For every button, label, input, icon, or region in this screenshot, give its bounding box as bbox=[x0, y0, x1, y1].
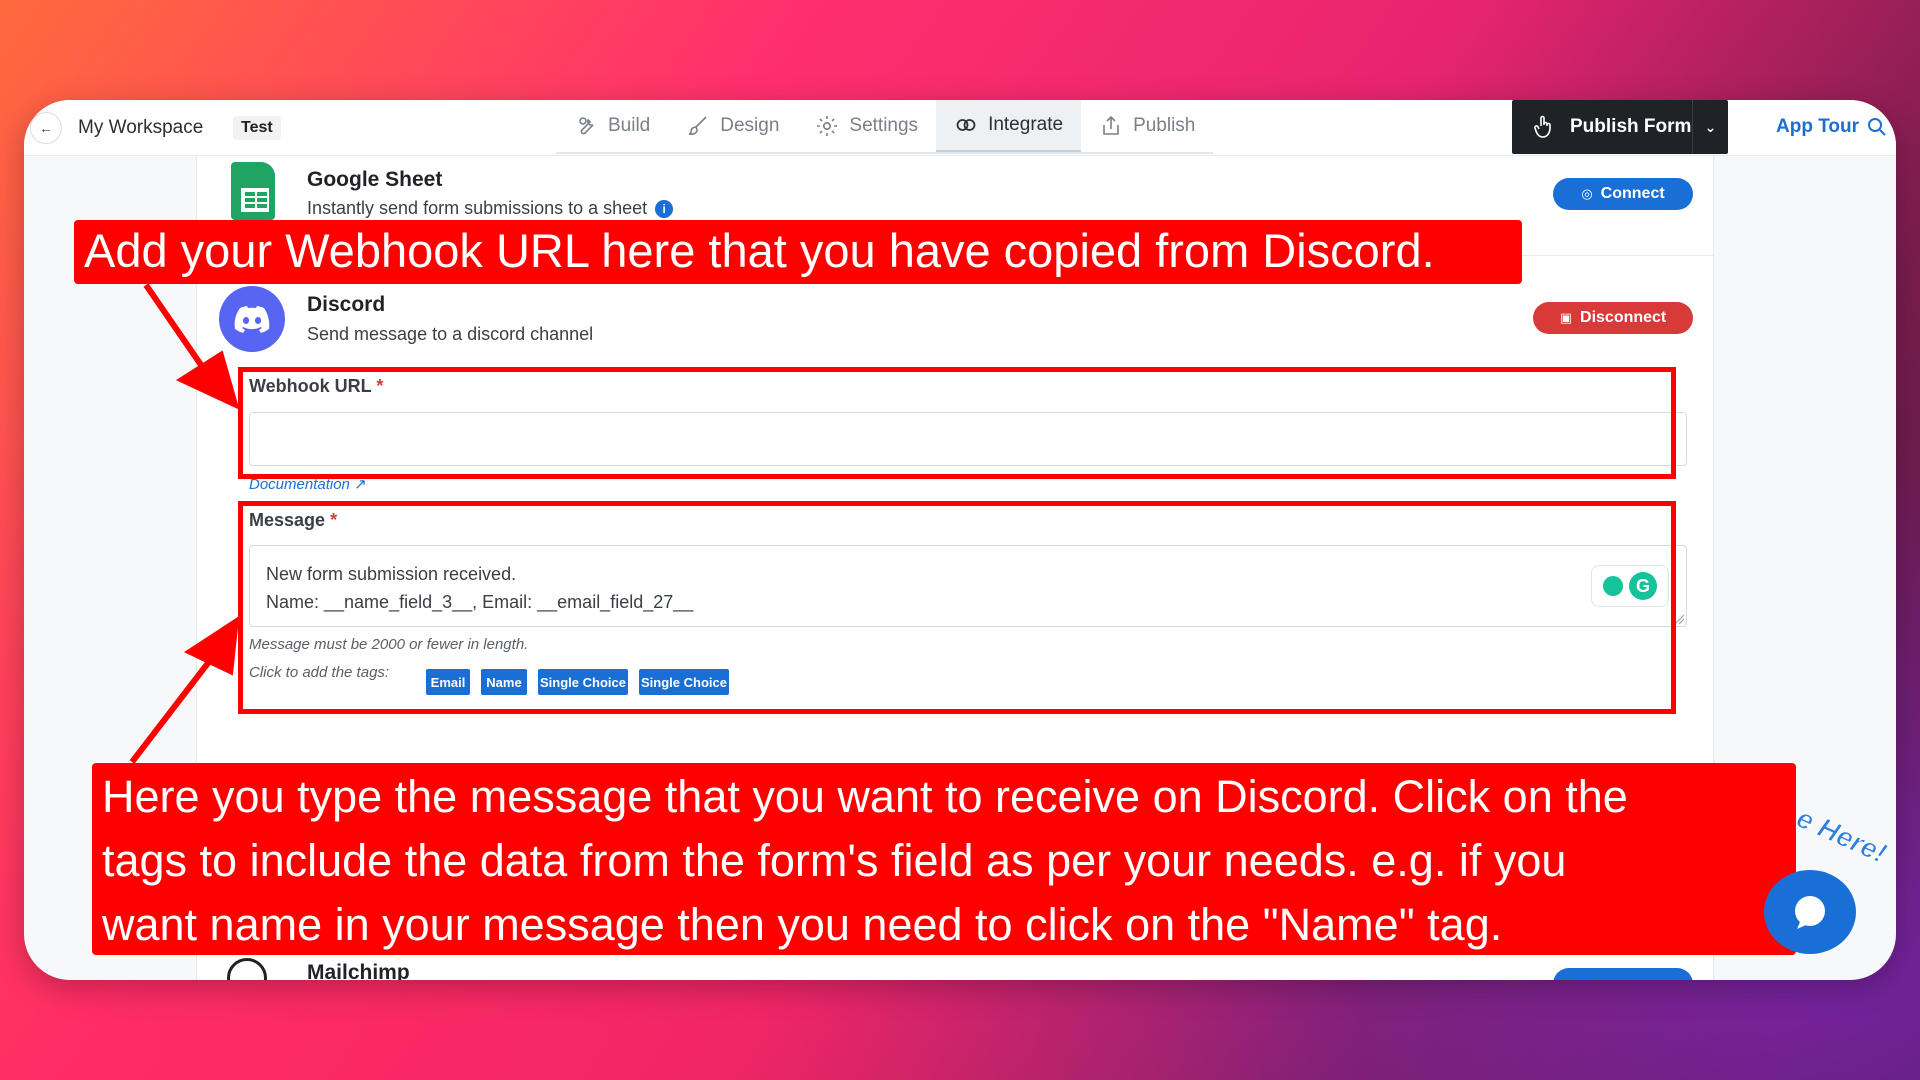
link-icon: ◎ bbox=[1581, 186, 1593, 201]
connect-label: Connect bbox=[1600, 185, 1665, 202]
mailchimp-icon bbox=[227, 958, 267, 980]
info-icon[interactable]: i bbox=[655, 200, 674, 219]
tab-build[interactable]: Build bbox=[556, 100, 668, 152]
google-sheet-title: Google Sheet bbox=[307, 168, 443, 191]
mailchimp-connect-button[interactable] bbox=[1553, 968, 1693, 980]
search-icon bbox=[1868, 118, 1886, 136]
wrench-icon bbox=[579, 117, 594, 135]
chat-icon bbox=[1795, 896, 1825, 929]
publish-dropdown-toggle[interactable]: ⌄ bbox=[1692, 100, 1728, 154]
discord-icon bbox=[219, 286, 285, 352]
tab-label: Design bbox=[720, 115, 780, 136]
mailchimp-title: Mailchimp bbox=[307, 961, 410, 980]
google-sheet-description: Instantly send form submissions to a she… bbox=[307, 198, 674, 219]
message-highlight-box bbox=[238, 501, 1676, 714]
google-sheet-description-text: Instantly send form submissions to a she… bbox=[307, 198, 648, 218]
chevron-down-icon: ⌄ bbox=[1704, 118, 1717, 135]
tab-label: Integrate bbox=[988, 114, 1064, 135]
tab-label: Publish bbox=[1133, 115, 1196, 136]
workspace-name[interactable]: My Workspace bbox=[78, 117, 203, 139]
brush-icon bbox=[689, 116, 707, 136]
discord-disconnect-button[interactable]: ▣ Disconnect bbox=[1533, 302, 1693, 334]
tab-publish[interactable]: Publish bbox=[1081, 100, 1213, 152]
disconnect-icon: ▣ bbox=[1559, 310, 1573, 325]
builder-tabs: Build Design Settings Integrate Publish bbox=[556, 100, 1214, 154]
publish-form-main[interactable]: Publish Form bbox=[1512, 100, 1692, 154]
publish-form-button[interactable]: Publish Form ⌄ bbox=[1512, 100, 1728, 154]
tab-label: Build bbox=[608, 115, 651, 136]
annotation-message-line-3: want name in your message then you need … bbox=[102, 899, 1503, 950]
annotation-webhook: Add your Webhook URL here that you have … bbox=[74, 220, 1522, 284]
discord-title: Discord bbox=[307, 293, 386, 316]
publish-form-label: Publish Form bbox=[1570, 116, 1692, 137]
disconnect-label: Disconnect bbox=[1580, 309, 1667, 326]
hand-pointer-icon bbox=[1534, 115, 1551, 138]
webhook-highlight-box bbox=[238, 367, 1676, 479]
tab-design[interactable]: Design bbox=[668, 100, 797, 152]
top-bar: ← My Workspace Test Build Design Setting… bbox=[24, 100, 1896, 156]
google-sheets-icon bbox=[231, 162, 275, 220]
annotation-message-line-1: Here you type the message that you want … bbox=[102, 771, 1628, 822]
google-sheet-connect-button[interactable]: ◎ Connect bbox=[1553, 178, 1693, 210]
app-tour-label: App Tour bbox=[1776, 116, 1860, 137]
gear-icon bbox=[817, 116, 838, 136]
back-button[interactable]: ← bbox=[30, 112, 62, 144]
tab-integrate[interactable]: Integrate bbox=[936, 100, 1082, 152]
annotation-message: Here you type the message that you want … bbox=[92, 763, 1796, 955]
link-icon bbox=[956, 119, 976, 131]
app-tour-link[interactable]: App Tour bbox=[1776, 116, 1887, 138]
share-icon bbox=[1103, 115, 1119, 135]
discord-description: Send message to a discord channel bbox=[307, 324, 594, 344]
form-name-tag: Test bbox=[233, 116, 281, 140]
tab-settings[interactable]: Settings bbox=[797, 100, 936, 152]
annotation-message-line-2: tags to include the data from the form's… bbox=[102, 835, 1567, 886]
chat-widget-button[interactable] bbox=[1764, 870, 1856, 954]
tab-label: Settings bbox=[849, 115, 919, 136]
arrow-left-icon: ← bbox=[39, 120, 53, 136]
